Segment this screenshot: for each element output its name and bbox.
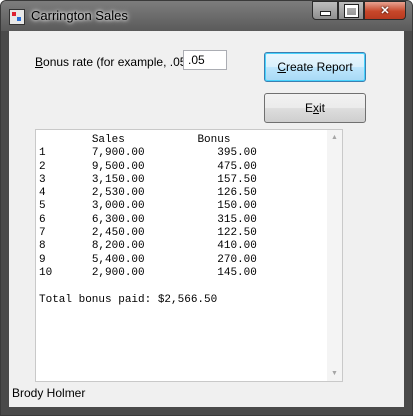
form-client-area: Bonus rate (for example, .05): Create Re… — [9, 31, 404, 407]
row-bonus: 126.50 — [217, 187, 257, 200]
title-bar[interactable]: Carrington Sales ✕ — [1, 1, 412, 31]
report-row: 6 6,300.00 315.00 — [39, 214, 257, 226]
row-number: 2 — [39, 160, 46, 173]
report-row: 1 7,900.00 395.00 — [39, 147, 257, 159]
app-window: Carrington Sales ✕ Bonus rate (for examp… — [0, 0, 413, 416]
report-row: 3 3,150.00 157.50 — [39, 174, 257, 186]
minimize-button[interactable] — [312, 1, 338, 20]
row-sales: 7,900.00 — [91, 147, 145, 160]
bonus-rate-input[interactable] — [183, 50, 227, 70]
row-sales: 5,400.00 — [91, 253, 145, 266]
author-label: Brody Holmer — [12, 386, 86, 400]
maximize-button[interactable] — [338, 1, 364, 20]
exit-button[interactable]: Ex it — [264, 93, 366, 123]
report-row: 7 2,450.00 122.50 — [39, 227, 257, 239]
row-number: 7 — [39, 227, 46, 240]
vertical-scrollbar[interactable]: ▲ ▼ — [327, 130, 342, 381]
caption-buttons: ✕ — [312, 1, 406, 20]
exit-label-end: it — [319, 101, 325, 115]
row-sales: 8,200.00 — [91, 240, 145, 253]
header-bonus: Bonus — [197, 134, 231, 146]
report-row: 10 2,900.00 145.00 — [39, 267, 257, 279]
row-sales: 2,530.00 — [91, 187, 145, 200]
report-total: Total bonus paid: $2,566.50 — [39, 293, 218, 306]
report-row: 5 3,000.00 150.00 — [39, 200, 257, 212]
row-sales: 2,900.00 — [91, 266, 145, 279]
report-rows: 1 7,900.00 395.00 2 9,500.00 475.00 3 3,… — [39, 147, 257, 279]
bonus-rate-label: Bonus rate (for example, .05): — [35, 55, 194, 69]
scroll-down-arrow-icon[interactable]: ▼ — [327, 366, 342, 381]
row-sales: 2,450.00 — [91, 227, 145, 240]
row-bonus: 475.00 — [217, 160, 257, 173]
row-bonus: 395.00 — [217, 147, 257, 160]
row-sales: 3,000.00 — [91, 200, 145, 213]
report-row: 2 9,500.00 475.00 — [39, 161, 257, 173]
row-number: 8 — [39, 240, 46, 253]
report-header-row: Sales Bonus — [39, 134, 231, 146]
bonus-rate-label-accelerator: B — [35, 55, 44, 69]
create-report-label: reate Report — [285, 60, 353, 74]
scroll-up-arrow-icon[interactable]: ▲ — [327, 130, 342, 145]
close-button[interactable]: ✕ — [364, 1, 406, 20]
app-icon[interactable] — [9, 9, 25, 25]
report-row: 8 8,200.00 410.00 — [39, 240, 257, 252]
window-title: Carrington Sales — [31, 8, 128, 23]
row-number: 4 — [39, 187, 46, 200]
exit-label-start: E — [304, 101, 313, 115]
create-report-button[interactable]: Create Report — [264, 52, 366, 82]
row-number: 1 — [39, 147, 46, 160]
header-sales: Sales — [91, 134, 125, 146]
row-number: 10 — [39, 266, 53, 279]
row-bonus: 410.00 — [217, 240, 257, 253]
row-number: 5 — [39, 200, 46, 213]
row-sales: 3,150.00 — [91, 173, 145, 186]
row-number: 9 — [39, 253, 46, 266]
row-number: 6 — [39, 213, 46, 226]
report-row: 9 5,400.00 270.00 — [39, 254, 257, 266]
row-bonus: 157.50 — [217, 173, 257, 186]
row-sales: 6,300.00 — [91, 213, 145, 226]
row-bonus: 315.00 — [217, 213, 257, 226]
bonus-rate-label-text: onus rate (for example, .05): — [43, 55, 194, 69]
row-bonus: 122.50 — [217, 227, 257, 240]
minimize-icon — [319, 11, 331, 16]
report-text: Sales Bonus 1 7,900.00 395.00 2 9,500.00… — [39, 134, 326, 381]
report-row: 4 2,530.00 126.50 — [39, 187, 257, 199]
row-bonus: 270.00 — [217, 253, 257, 266]
row-bonus: 150.00 — [217, 200, 257, 213]
row-number: 3 — [39, 173, 46, 186]
close-icon: ✕ — [380, 5, 390, 17]
row-bonus: 145.00 — [217, 266, 257, 279]
create-report-accelerator: C — [277, 60, 286, 74]
maximize-icon — [343, 3, 359, 18]
report-textbox[interactable]: Sales Bonus 1 7,900.00 395.00 2 9,500.00… — [35, 129, 343, 382]
row-sales: 9,500.00 — [91, 160, 145, 173]
